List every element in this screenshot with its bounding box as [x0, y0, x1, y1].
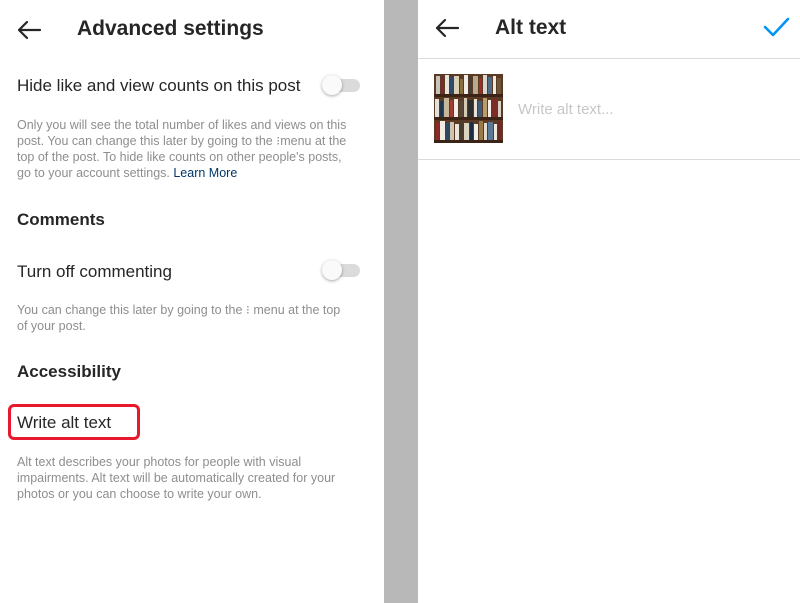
- hide-counts-label: Hide like and view counts on this post: [17, 76, 301, 95]
- comments-heading: Comments: [17, 210, 105, 229]
- back-arrow-icon[interactable]: [434, 16, 460, 45]
- help-line: You can change this later by going to th…: [17, 302, 367, 318]
- accessibility-heading: Accessibility: [17, 362, 121, 381]
- page-title: Alt text: [495, 16, 567, 39]
- hide-counts-help: Only you will see the total number of li…: [17, 117, 367, 181]
- help-text: menu at the top: [253, 303, 341, 317]
- hide-counts-toggle[interactable]: [322, 75, 360, 95]
- help-text: You can change this later by going to th…: [17, 303, 243, 317]
- help-line: post. You can change this later by going…: [17, 133, 367, 149]
- page-title: Advanced settings: [77, 17, 264, 40]
- learn-more-link[interactable]: Learn More: [173, 166, 237, 180]
- header-divider: [418, 58, 800, 59]
- alt-text-panel: Alt text: [418, 0, 800, 603]
- alt-text-input[interactable]: [518, 96, 778, 122]
- help-line: go to your account settings. Learn More: [17, 165, 367, 181]
- advanced-settings-panel: Advanced settings Hide like and view cou…: [0, 0, 384, 603]
- photo-thumbnail: [434, 74, 503, 143]
- turn-off-commenting-toggle[interactable]: [322, 260, 360, 280]
- help-line: Only you will see the total number of li…: [17, 118, 347, 132]
- help-line: impairments. Alt text will be automatica…: [17, 471, 336, 485]
- toggle-knob: [322, 75, 342, 95]
- checkmark-icon[interactable]: [762, 15, 790, 44]
- help-text: menu at the: [280, 134, 347, 148]
- help-text: go to your account settings.: [17, 166, 170, 180]
- help-line: of your post.: [17, 319, 86, 333]
- vertical-dots-icon: ⁝: [245, 303, 250, 317]
- alt-text-help: Alt text describes your photos for peopl…: [17, 454, 367, 502]
- write-alt-text-button[interactable]: Write alt text: [17, 413, 111, 433]
- toggle-knob: [322, 260, 342, 280]
- help-line: top of the post. To hide like counts on …: [17, 150, 342, 164]
- panel-divider: [384, 0, 418, 603]
- turn-off-commenting-label: Turn off commenting: [17, 262, 172, 281]
- row-divider: [418, 159, 800, 160]
- help-text: post. You can change this later by going…: [17, 134, 273, 148]
- back-arrow-icon[interactable]: [16, 18, 42, 47]
- help-line: Alt text describes your photos for peopl…: [17, 455, 302, 469]
- help-line: photos or you can choose to write your o…: [17, 487, 262, 501]
- commenting-help: You can change this later by going to th…: [17, 302, 367, 334]
